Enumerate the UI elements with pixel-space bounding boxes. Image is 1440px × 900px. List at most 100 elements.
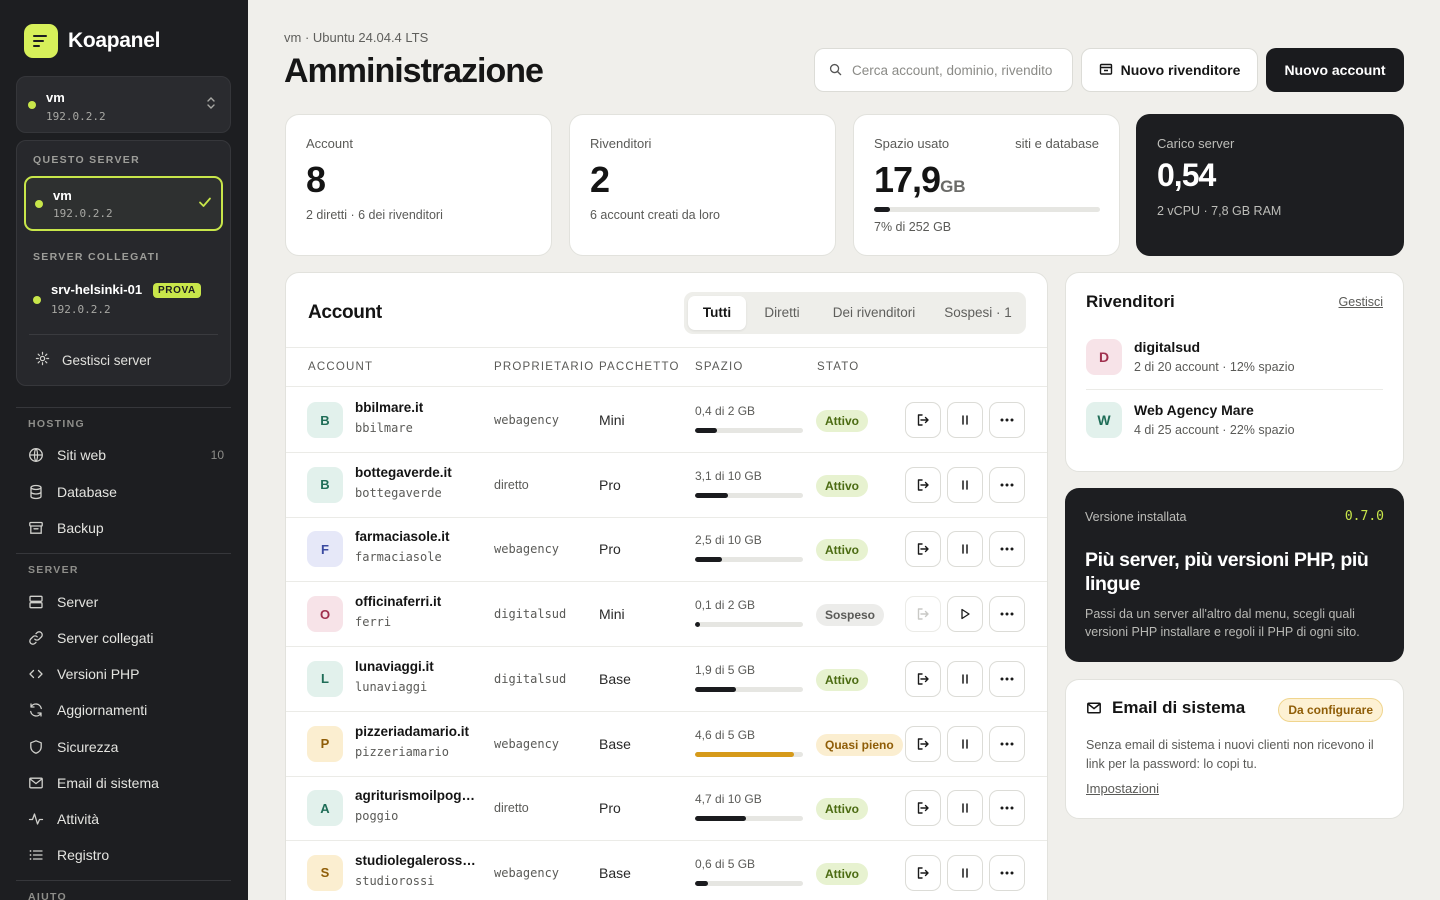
more-horizontal-icon [1000,742,1014,745]
table-row[interactable]: O officinaferri.it ferri digitalsud Mini… [286,582,1047,648]
status-badge: Attivo [816,798,868,821]
account-package: Pro [599,800,621,817]
account-domain[interactable]: pizzeriadamario.it [355,724,477,739]
nav-item-versioni-php[interactable]: Versioni PHP [28,660,224,688]
login-button[interactable] [905,402,941,438]
tab-sospesi[interactable]: Sospesi · 1 [934,296,1022,330]
table-row[interactable]: P pizzeriadamario.it pizzeriamario webag… [286,712,1047,777]
tab-dei-rivenditori[interactable]: Dei rivenditori [818,296,930,330]
suspend-button[interactable] [947,790,983,827]
suspend-button[interactable] [947,531,983,568]
brand[interactable]: Koapanel [24,24,160,58]
reseller-item[interactable]: D digitalsud 2 di 20 account · 12% spazi… [1086,339,1384,389]
column-header[interactable]: PROPRIETARIO [494,361,594,373]
column-header[interactable]: STATO [817,361,859,373]
more-button[interactable] [989,402,1025,438]
status-badge: Attivo [816,862,868,885]
divider [29,334,218,335]
more-button[interactable] [989,466,1025,503]
linked-server-name: srv-helsinki-01 [51,282,143,297]
account-owner: webagency [494,413,560,427]
online-dot-icon [33,296,41,304]
link-icon [28,630,44,646]
suspend-button[interactable] [947,466,983,503]
column-header[interactable]: SPAZIO [695,361,744,373]
suspend-button[interactable] [947,854,983,891]
account-domain[interactable]: bottegaverde.it [355,465,477,480]
new-account-button[interactable]: Nuovo account [1266,48,1404,92]
account-domain[interactable]: officinaferri.it [355,594,477,609]
linked-server-option[interactable]: srv-helsinki-01 PROVA 192.0.2.2 [31,281,221,325]
login-button[interactable] [905,466,941,503]
search-box[interactable] [814,48,1073,92]
table-row[interactable]: L lunaviaggi.it lunaviaggi digitalsud Ba… [286,647,1047,712]
brand-logo-icon [24,24,58,58]
account-domain[interactable]: lunaviaggi.it [355,659,477,674]
nav-item-email-di-sistema[interactable]: Email di sistema [28,769,224,797]
nav-item-siti-web[interactable]: Siti web 10 [28,441,224,469]
reseller-item[interactable]: W Web Agency Mare 4 di 25 account · 22% … [1086,402,1384,452]
server-switcher[interactable]: vm 192.0.2.2 [16,76,231,133]
reseller-name: Web Agency Mare [1134,402,1254,418]
pause-icon [962,803,968,813]
more-button[interactable] [989,790,1025,827]
table-row[interactable]: S studiolegalerossi.it studiorossi webag… [286,841,1047,900]
table-row[interactable]: B bbilmare.it bbilmare webagency Mini 0,… [286,388,1047,453]
nav-item-registro[interactable]: Registro [28,841,224,869]
manage-servers-button[interactable]: Gestisci server [35,351,151,369]
table-row[interactable]: B bottegaverde.it bottegaverde diretto P… [286,453,1047,518]
avatar: D [1086,339,1122,375]
nav-item-sicurezza[interactable]: Sicurezza [28,733,224,761]
more-button[interactable] [989,854,1025,891]
current-server-option[interactable]: vm 192.0.2.2 [24,176,223,231]
suspend-button[interactable] [947,402,983,438]
status-badge: Da configurare [1278,698,1383,722]
resume-button[interactable] [947,596,983,633]
more-horizontal-icon [1000,612,1014,616]
more-button[interactable] [989,660,1025,697]
table-row[interactable]: A agriturismoilpoggio.it poggio diretto … [286,776,1047,842]
settings-link[interactable]: Impostazioni [1086,781,1159,796]
nav-item-backup[interactable]: Backup [28,514,224,542]
archive-icon [28,520,44,536]
space-progress-bar [874,207,1100,212]
database-icon [28,484,44,500]
account-domain[interactable]: farmaciasole.it [355,529,477,544]
account-domain[interactable]: agriturismoilpoggio.it [355,788,477,803]
login-button[interactable] [905,660,941,697]
nav-label: Siti web [57,447,107,463]
manage-resellers-link[interactable]: Gestisci [1339,295,1383,309]
login-button[interactable] [905,596,941,633]
nav-item-aggiornamenti[interactable]: Aggiornamenti [28,696,224,724]
nav-item-attivita[interactable]: Attività [28,805,224,833]
new-reseller-button[interactable]: Nuovo rivenditore [1081,48,1258,92]
suspend-button[interactable] [947,660,983,697]
nav-item-database[interactable]: Database [28,478,224,506]
tab-tutti[interactable]: Tutti [688,296,746,330]
space-usage-fill [695,428,717,433]
column-header[interactable]: ACCOUNT [308,361,373,373]
account-domain[interactable]: studiolegalerossi.it [355,853,477,868]
more-button[interactable] [989,596,1025,633]
login-button[interactable] [905,854,941,891]
system-email-description: Senza email di sistema i nuovi clienti n… [1086,738,1374,771]
resellers-card: Rivenditori Gestisci D digitalsud 2 di 2… [1065,272,1404,472]
account-domain[interactable]: bbilmare.it [355,400,477,415]
login-button[interactable] [905,725,941,762]
server-switcher-name: vm [46,90,65,105]
more-button[interactable] [989,531,1025,568]
login-button[interactable] [905,531,941,568]
search-input[interactable] [852,60,1052,80]
column-header[interactable]: PACCHETTO [599,361,680,373]
login-button[interactable] [905,790,941,827]
space-usage-bar [695,557,803,563]
tab-diretti[interactable]: Diretti [750,296,814,330]
table-row[interactable]: F farmaciasole.it farmaciasole webagency… [286,517,1047,583]
space-usage-bar [695,816,803,822]
nav-item-server-collegati[interactable]: Server collegati [28,624,224,652]
status-badge: Attivo [816,539,868,562]
suspend-button[interactable] [947,725,983,762]
account-package: Pro [599,476,621,493]
nav-item-server[interactable]: Server [28,588,224,616]
more-button[interactable] [989,725,1025,762]
